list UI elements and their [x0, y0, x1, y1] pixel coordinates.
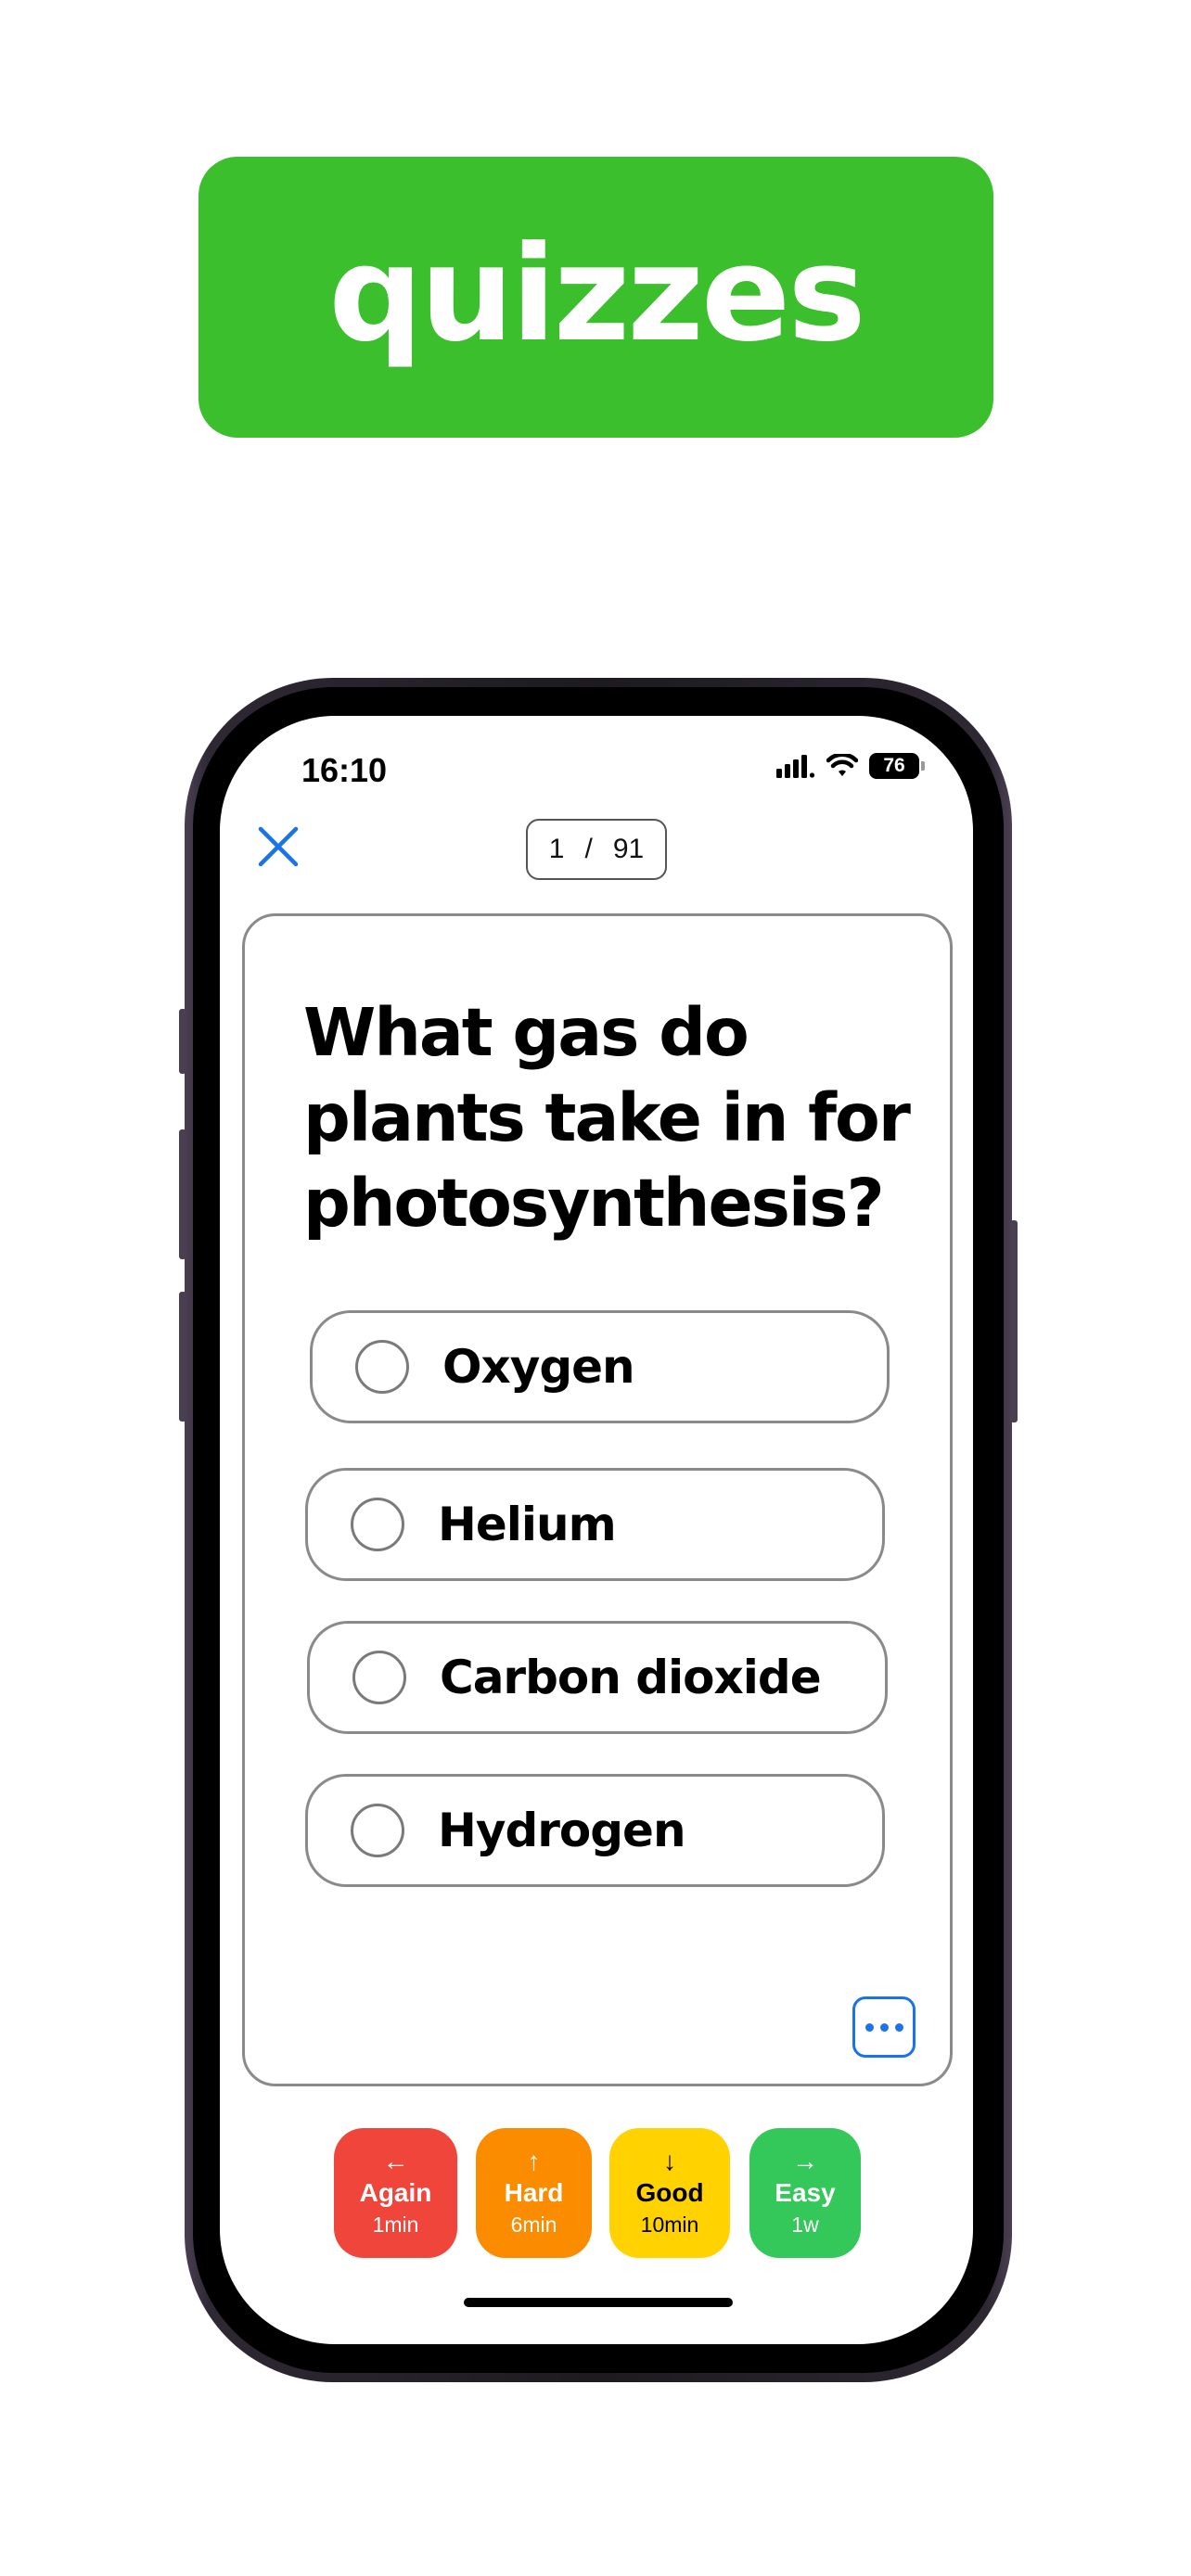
status-time: 16:10: [301, 751, 388, 789]
answer-option-hydrogen[interactable]: Hydrogen: [305, 1774, 885, 1887]
arrow-right-icon: →: [792, 2147, 818, 2175]
answer-option-helium[interactable]: Helium: [305, 1468, 885, 1581]
radio-button[interactable]: [351, 1804, 404, 1857]
home-indicator[interactable]: [464, 2298, 733, 2307]
arrow-left-icon: ←: [382, 2147, 409, 2175]
more-dot: [864, 2022, 874, 2032]
rate-good-button[interactable]: ↓ Good 10min: [609, 2128, 730, 2258]
close-button[interactable]: [255, 823, 301, 870]
wifi-icon: [826, 754, 858, 776]
rate-label: Again: [359, 2178, 432, 2207]
counter-current: 1: [548, 834, 565, 864]
card-counter[interactable]: 1 / 91: [526, 819, 667, 880]
counter-total: 91: [612, 834, 645, 864]
question-card: What gas do plants take in for photosynt…: [242, 913, 953, 2086]
rate-interval: 10min: [640, 2213, 699, 2237]
rate-interval: 6min: [510, 2213, 557, 2237]
rate-again-button[interactable]: ← Again 1min: [334, 2128, 457, 2258]
answer-label: Helium: [438, 1498, 617, 1551]
volume-up-button: [179, 1129, 186, 1259]
banner-title: quizzes: [328, 217, 866, 371]
close-icon: [258, 826, 299, 867]
counter-separator: /: [584, 834, 593, 864]
power-button: [1010, 1220, 1018, 1422]
rate-label: Good: [635, 2178, 704, 2207]
answer-option-oxygen[interactable]: Oxygen: [310, 1310, 890, 1423]
cellular-signal-icon: [776, 755, 815, 778]
radio-button[interactable]: [352, 1651, 406, 1704]
more-options-button[interactable]: [852, 1996, 916, 2058]
arrow-up-icon: ↑: [527, 2147, 541, 2175]
arrow-down-icon: ↓: [663, 2147, 676, 2175]
rate-interval: 1w: [791, 2213, 819, 2237]
more-dot: [879, 2022, 889, 2032]
quizzes-banner: quizzes: [198, 157, 993, 438]
rate-label: Easy: [775, 2178, 836, 2207]
answer-label: Hydrogen: [438, 1804, 686, 1857]
rate-label: Hard: [504, 2178, 564, 2207]
radio-button[interactable]: [355, 1340, 409, 1394]
answer-option-carbon-dioxide[interactable]: Carbon dioxide: [307, 1621, 888, 1734]
more-dot: [894, 2022, 903, 2032]
phone-screen: 16:10 76 1 / 91 What gas do plants take …: [220, 716, 973, 2344]
question-text: What gas do plants take in for photosynt…: [303, 994, 911, 1242]
answer-label: Carbon dioxide: [440, 1651, 822, 1704]
silent-switch: [179, 1009, 186, 1074]
answer-label: Oxygen: [442, 1340, 635, 1394]
rate-interval: 1min: [372, 2213, 419, 2237]
volume-down-button: [179, 1292, 186, 1422]
status-icons: 76: [776, 753, 925, 779]
rate-easy-button[interactable]: → Easy 1w: [749, 2128, 861, 2258]
radio-button[interactable]: [351, 1498, 404, 1551]
rate-hard-button[interactable]: ↑ Hard 6min: [476, 2128, 592, 2258]
battery-level: 76: [883, 755, 905, 776]
battery-icon: 76: [869, 753, 925, 779]
